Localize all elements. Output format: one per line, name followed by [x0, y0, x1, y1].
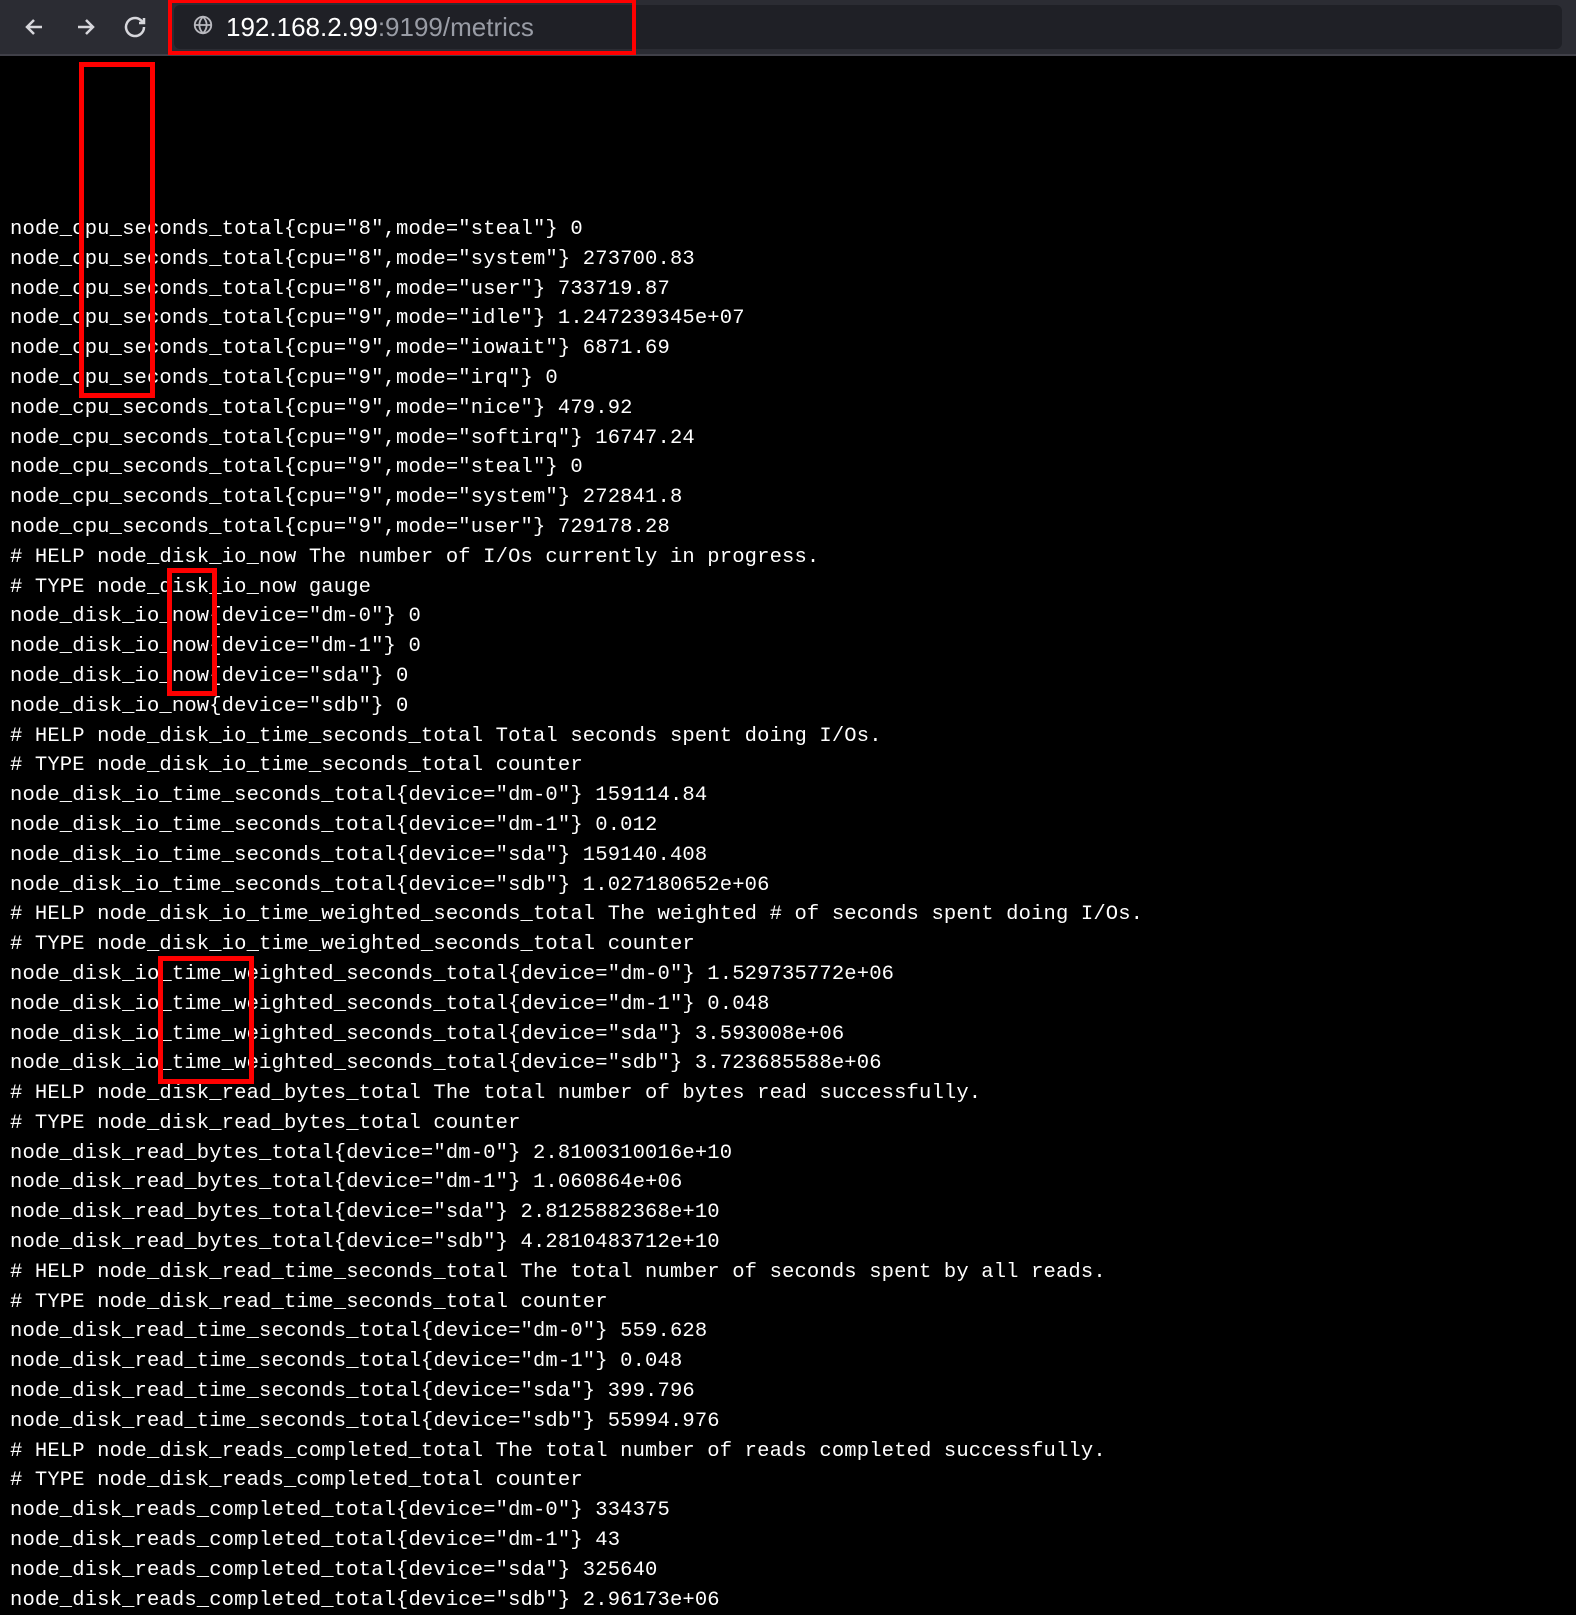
browser-toolbar: 192.168.2.99:9199/metrics [0, 0, 1576, 56]
metric-line: node_disk_read_bytes_total{device="dm-0"… [10, 1139, 1566, 1169]
arrow-right-icon [73, 15, 97, 39]
metric-line: node_disk_io_time_seconds_total{device="… [10, 781, 1566, 811]
metric-line: node_disk_read_time_seconds_total{device… [10, 1317, 1566, 1347]
metric-line: node_disk_read_bytes_total{device="sdb"}… [10, 1228, 1566, 1258]
metric-line: node_disk_io_now{device="dm-0"} 0 [10, 602, 1566, 632]
metric-line: # HELP node_disk_reads_completed_total T… [10, 1437, 1566, 1467]
arrow-left-icon [23, 15, 47, 39]
page-content: node_cpu_seconds_total{cpu="8",mode="ste… [0, 56, 1576, 1615]
metric-line: node_disk_io_time_weighted_seconds_total… [10, 1020, 1566, 1050]
metric-line: # HELP node_disk_io_time_seconds_total T… [10, 722, 1566, 752]
url-host: 192.168.2.99 [226, 12, 378, 42]
metric-line: node_disk_io_now{device="dm-1"} 0 [10, 632, 1566, 662]
metric-line: node_cpu_seconds_total{cpu="9",mode="sof… [10, 424, 1566, 454]
metric-line: node_disk_reads_completed_total{device="… [10, 1526, 1566, 1556]
metric-line: # TYPE node_disk_io_time_seconds_total c… [10, 751, 1566, 781]
metric-line: node_cpu_seconds_total{cpu="9",mode="use… [10, 513, 1566, 543]
metric-line: # TYPE node_disk_io_time_weighted_second… [10, 930, 1566, 960]
reload-button[interactable] [114, 5, 156, 49]
metric-line: # TYPE node_disk_io_now gauge [10, 573, 1566, 603]
metric-line: node_cpu_seconds_total{cpu="9",mode="nic… [10, 394, 1566, 424]
metric-line: # TYPE node_disk_read_time_seconds_total… [10, 1288, 1566, 1318]
metric-line: # HELP node_disk_io_now The number of I/… [10, 543, 1566, 573]
forward-button[interactable] [64, 5, 106, 49]
metric-line: node_cpu_seconds_total{cpu="9",mode="iow… [10, 334, 1566, 364]
metric-line: node_disk_reads_completed_total{device="… [10, 1496, 1566, 1526]
metric-line: node_disk_io_time_weighted_seconds_total… [10, 990, 1566, 1020]
metric-line: node_cpu_seconds_total{cpu="9",mode="sys… [10, 483, 1566, 513]
metric-line: node_cpu_seconds_total{cpu="9",mode="ste… [10, 453, 1566, 483]
reload-icon [123, 15, 147, 39]
url-rest: :9199/metrics [378, 12, 534, 42]
metric-line: node_disk_read_bytes_total{device="dm-1"… [10, 1168, 1566, 1198]
globe-icon [192, 14, 214, 41]
metric-line: node_disk_reads_completed_total{device="… [10, 1586, 1566, 1615]
metric-line: node_disk_io_time_seconds_total{device="… [10, 871, 1566, 901]
metric-line: node_disk_io_time_seconds_total{device="… [10, 841, 1566, 871]
metric-line: node_disk_io_now{device="sdb"} 0 [10, 692, 1566, 722]
metric-line: node_cpu_seconds_total{cpu="9",mode="idl… [10, 304, 1566, 334]
metric-line: node_disk_io_time_weighted_seconds_total… [10, 1049, 1566, 1079]
metrics-text: node_cpu_seconds_total{cpu="8",mode="ste… [10, 66, 1566, 1615]
address-bar[interactable]: 192.168.2.99:9199/metrics [174, 5, 1562, 49]
url-text: 192.168.2.99:9199/metrics [226, 12, 534, 43]
metric-line: # TYPE node_disk_read_bytes_total counte… [10, 1109, 1566, 1139]
metric-line: node_disk_reads_completed_total{device="… [10, 1556, 1566, 1586]
metric-line: # TYPE node_disk_reads_completed_total c… [10, 1466, 1566, 1496]
metric-line: node_disk_read_time_seconds_total{device… [10, 1347, 1566, 1377]
metric-line: node_cpu_seconds_total{cpu="8",mode="use… [10, 275, 1566, 305]
metric-line: node_disk_io_time_seconds_total{device="… [10, 811, 1566, 841]
metric-line: node_disk_read_bytes_total{device="sda"}… [10, 1198, 1566, 1228]
metric-line: node_cpu_seconds_total{cpu="8",mode="ste… [10, 215, 1566, 245]
metric-line: # HELP node_disk_io_time_weighted_second… [10, 900, 1566, 930]
metric-line: node_disk_read_time_seconds_total{device… [10, 1377, 1566, 1407]
metric-line: # HELP node_disk_read_bytes_total The to… [10, 1079, 1566, 1109]
metric-line: node_cpu_seconds_total{cpu="9",mode="irq… [10, 364, 1566, 394]
back-button[interactable] [14, 5, 56, 49]
metric-line: # HELP node_disk_read_time_seconds_total… [10, 1258, 1566, 1288]
metric-line: node_disk_read_time_seconds_total{device… [10, 1407, 1566, 1437]
metric-line: node_disk_io_now{device="sda"} 0 [10, 662, 1566, 692]
metric-line: node_disk_io_time_weighted_seconds_total… [10, 960, 1566, 990]
metric-line: node_cpu_seconds_total{cpu="8",mode="sys… [10, 245, 1566, 275]
